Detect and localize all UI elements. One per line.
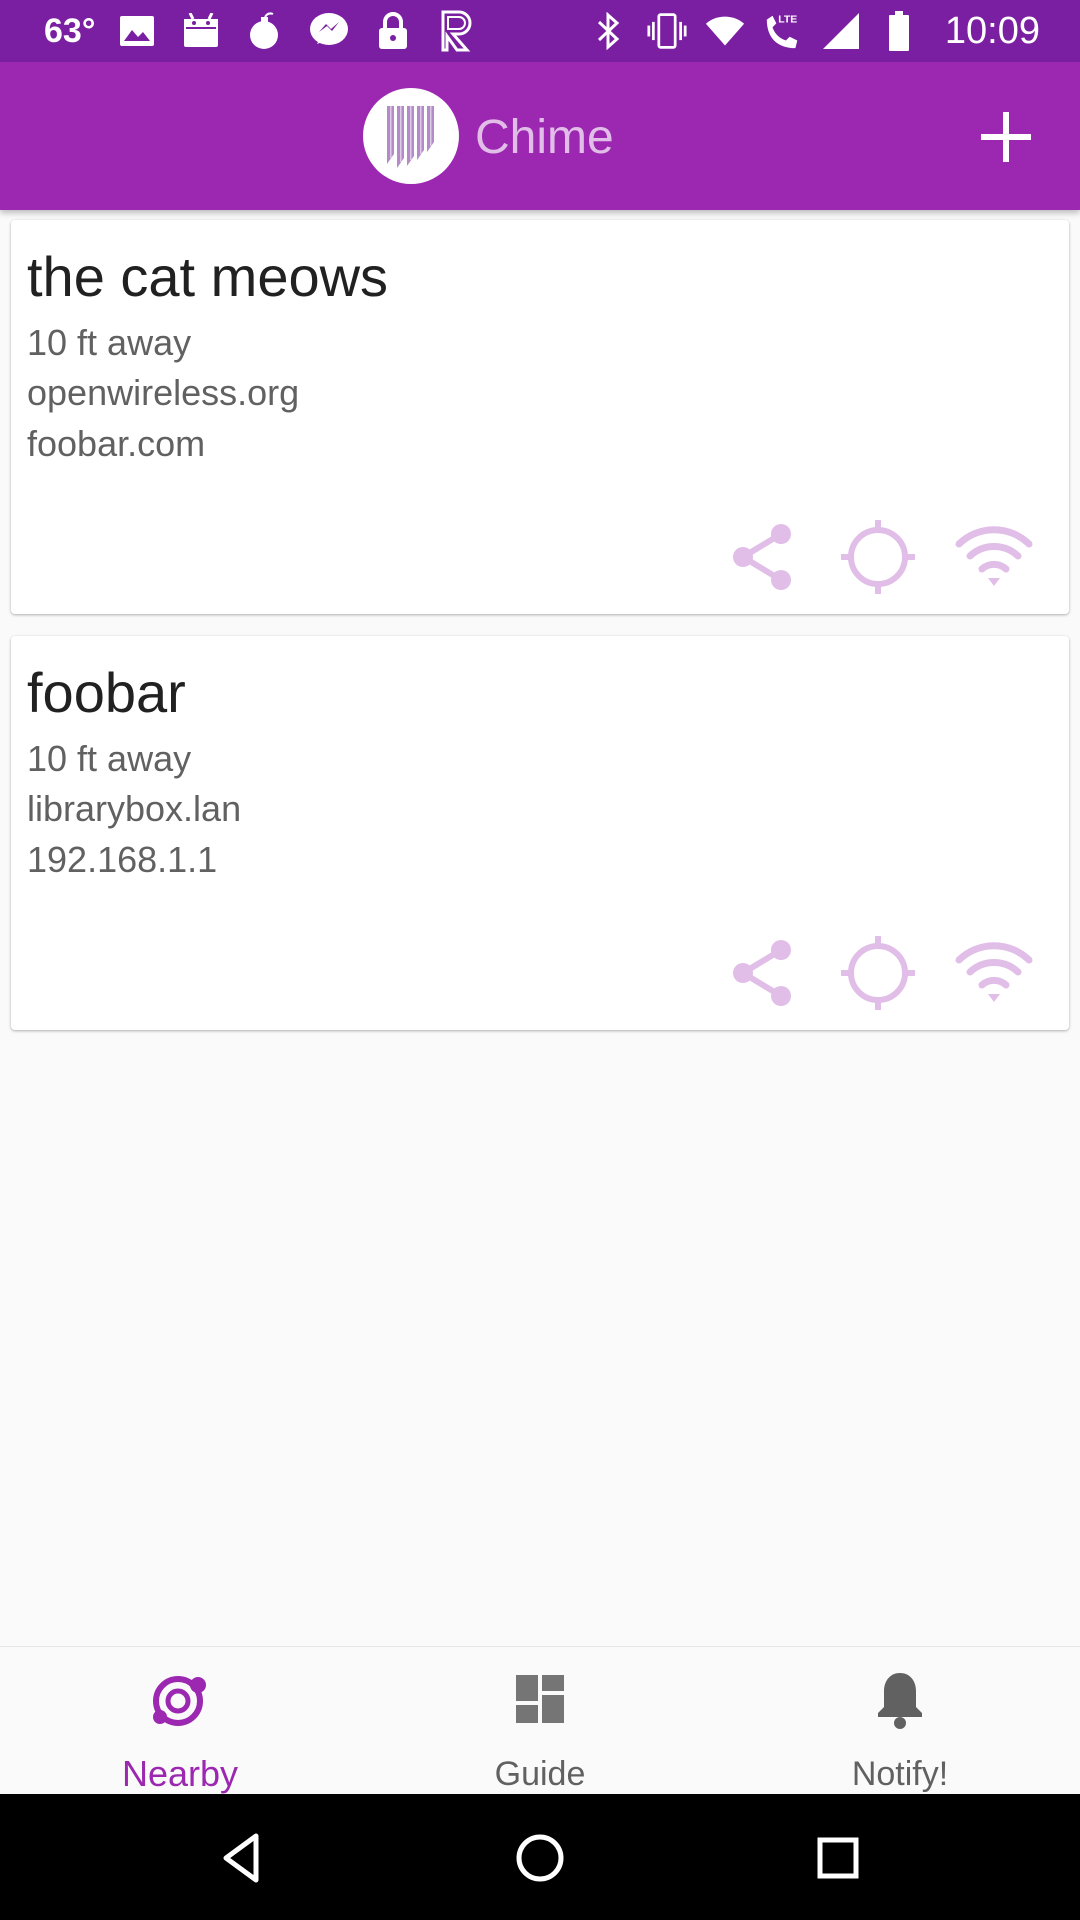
- card-distance: 10 ft away: [27, 738, 192, 779]
- home-icon[interactable]: [508, 1826, 572, 1890]
- locate-icon: [841, 520, 915, 594]
- bluetooth-icon: [589, 11, 629, 51]
- nav-label-notify: Notify!: [851, 1755, 949, 1793]
- status-right: LTE 10:09: [589, 0, 1040, 62]
- android-icon: [181, 11, 221, 51]
- card-title: foobar: [27, 661, 186, 724]
- lte-call-icon: LTE: [763, 11, 803, 51]
- beacon-card[interactable]: foobar 10 ft away librarybox.lan 192.168…: [11, 636, 1069, 1030]
- image-icon: [117, 11, 157, 51]
- status-time: 10:09: [944, 9, 1040, 52]
- nav-item-guide[interactable]: Guide: [390, 1647, 690, 1795]
- share-icon: [733, 940, 791, 1006]
- svg-text:LTE: LTE: [778, 14, 797, 25]
- card-line-2: foobar.com: [27, 423, 206, 464]
- locate-button[interactable]: [839, 518, 917, 596]
- add-button[interactable]: [975, 106, 1037, 168]
- battery-icon: [879, 11, 919, 51]
- share-button[interactable]: [723, 934, 801, 1012]
- nav-label-nearby: Nearby: [121, 1753, 239, 1794]
- wifi-icon: [705, 11, 745, 51]
- wifi-button[interactable]: [955, 934, 1033, 1012]
- app-title: Chime: [475, 111, 614, 164]
- card-line-2: 192.168.1.1: [27, 839, 218, 880]
- bell-icon: [878, 1673, 922, 1729]
- wifi-icon: [955, 526, 1033, 586]
- locate-button[interactable]: [839, 934, 917, 1012]
- vibrate-icon: [647, 11, 687, 51]
- beacon-card[interactable]: the cat meows 10 ft away openwireless.or…: [11, 220, 1069, 614]
- bomb-icon: [245, 11, 285, 51]
- chime-logo-icon: [363, 88, 459, 184]
- plus-icon: [981, 112, 1031, 162]
- locate-icon: [841, 936, 915, 1010]
- status-left: 63°: [44, 0, 501, 62]
- dashboard-icon: [516, 1675, 564, 1723]
- recents-icon[interactable]: [806, 1826, 870, 1890]
- r-app-icon: [437, 10, 477, 52]
- signal-icon: [821, 11, 861, 51]
- nav-item-notify[interactable]: Notify!: [750, 1647, 1050, 1795]
- nav-item-nearby[interactable]: Nearby: [30, 1647, 330, 1795]
- system-navigation-bar: [0, 1794, 1080, 1920]
- share-button[interactable]: [723, 518, 801, 596]
- messenger-icon: [309, 11, 349, 51]
- bottom-navigation: Nearby Guide Notify!: [0, 1646, 1080, 1794]
- lock-icon: [373, 11, 413, 51]
- wifi-button[interactable]: [955, 518, 1033, 596]
- nearby-icon: [153, 1676, 206, 1726]
- card-line-1: librarybox.lan: [27, 788, 242, 829]
- wifi-icon: [955, 942, 1033, 1002]
- card-line-1: openwireless.org: [27, 372, 300, 413]
- back-icon[interactable]: [210, 1826, 274, 1890]
- card-title: the cat meows: [27, 245, 389, 308]
- share-icon: [733, 524, 791, 590]
- card-distance: 10 ft away: [27, 322, 192, 363]
- nav-label-guide: Guide: [494, 1755, 586, 1793]
- app-bar: Chime: [0, 62, 1080, 210]
- status-temperature: 63°: [44, 11, 96, 50]
- status-bar: 63° LTE 10:09: [0, 0, 1080, 62]
